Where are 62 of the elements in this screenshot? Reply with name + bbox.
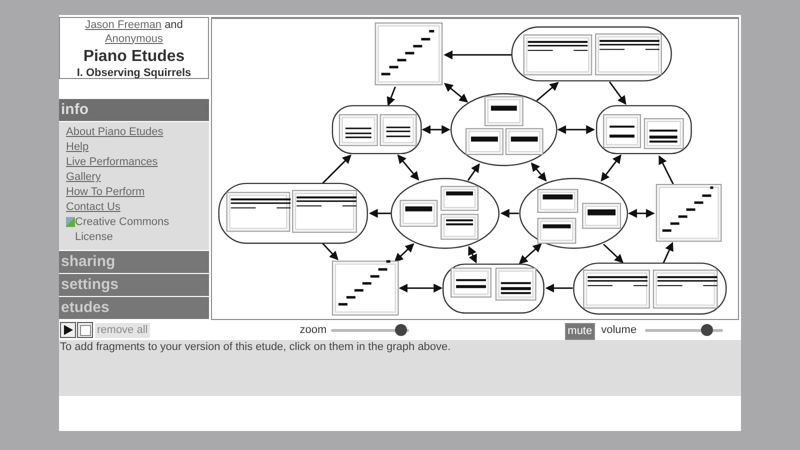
zoom-label: zoom (300, 322, 327, 338)
arrow (386, 86, 396, 106)
fragment-node[interactable] (374, 22, 443, 86)
info-link[interactable]: Live Performances (66, 155, 158, 170)
fragment-group[interactable] (573, 262, 727, 315)
fragment-group[interactable] (442, 264, 544, 314)
arrow (467, 163, 480, 181)
arrow (530, 162, 547, 182)
volume-slider[interactable] (644, 323, 723, 337)
fragment-group[interactable] (519, 178, 628, 249)
fragment-node[interactable] (656, 184, 722, 242)
info-link[interactable]: How To Perform (66, 185, 145, 200)
arrow (422, 125, 451, 134)
arrow (603, 244, 624, 264)
arrow (322, 154, 352, 184)
arrow (536, 82, 559, 102)
arrow (658, 155, 674, 185)
arrow (518, 243, 542, 264)
arrow (500, 208, 519, 218)
etude-subtitle: I. Observing Squirrels (76, 66, 192, 80)
fragment-group[interactable] (450, 93, 558, 166)
arrow (398, 284, 443, 293)
info-link[interactable]: Gallery (66, 170, 101, 185)
arrow (368, 208, 392, 218)
arrow (322, 242, 338, 260)
play-button[interactable] (60, 322, 76, 338)
volume-label: volume (601, 322, 637, 338)
arrow (444, 82, 468, 103)
section-header[interactable]: settings (59, 274, 209, 296)
author-link[interactable]: Anonymous (104, 32, 164, 46)
info-link[interactable]: About Piano Etudes (66, 125, 164, 140)
etude-title: Piano Etudes (83, 46, 185, 66)
fragment-group[interactable] (390, 178, 500, 249)
author-link[interactable]: Jason Freeman (85, 19, 162, 31)
play-icon (64, 325, 72, 335)
arrow (468, 246, 477, 264)
broken-image-icon (66, 217, 75, 227)
arrow (557, 125, 596, 134)
arrow (628, 208, 655, 218)
arrow (545, 284, 573, 293)
zoom-slider[interactable] (330, 323, 409, 337)
arrow (397, 154, 420, 181)
arrow (600, 154, 622, 182)
stop-icon (80, 324, 90, 336)
section-header[interactable]: etudes (59, 297, 209, 319)
info-link[interactable]: Contact Us (66, 200, 120, 215)
stop-button[interactable] (77, 322, 93, 338)
mute-button[interactable]: mute (564, 322, 596, 340)
arrow (608, 81, 626, 105)
fragment-group[interactable] (218, 182, 368, 244)
fragment-node[interactable] (332, 260, 399, 316)
and-text: and (164, 19, 183, 31)
arrow (394, 243, 414, 262)
license-image-alt: Creative Commons License (75, 215, 170, 245)
fragment-group[interactable] (596, 105, 692, 154)
arrow (662, 242, 674, 264)
instruction-text: To add fragments to your version of this etude, click on them in the graph above. (60, 341, 451, 353)
fragment-group[interactable] (332, 105, 422, 154)
info-link[interactable]: Help (66, 140, 89, 155)
arrow (444, 50, 512, 60)
section-header[interactable]: info (59, 99, 209, 121)
section-header[interactable]: sharing (59, 251, 209, 273)
